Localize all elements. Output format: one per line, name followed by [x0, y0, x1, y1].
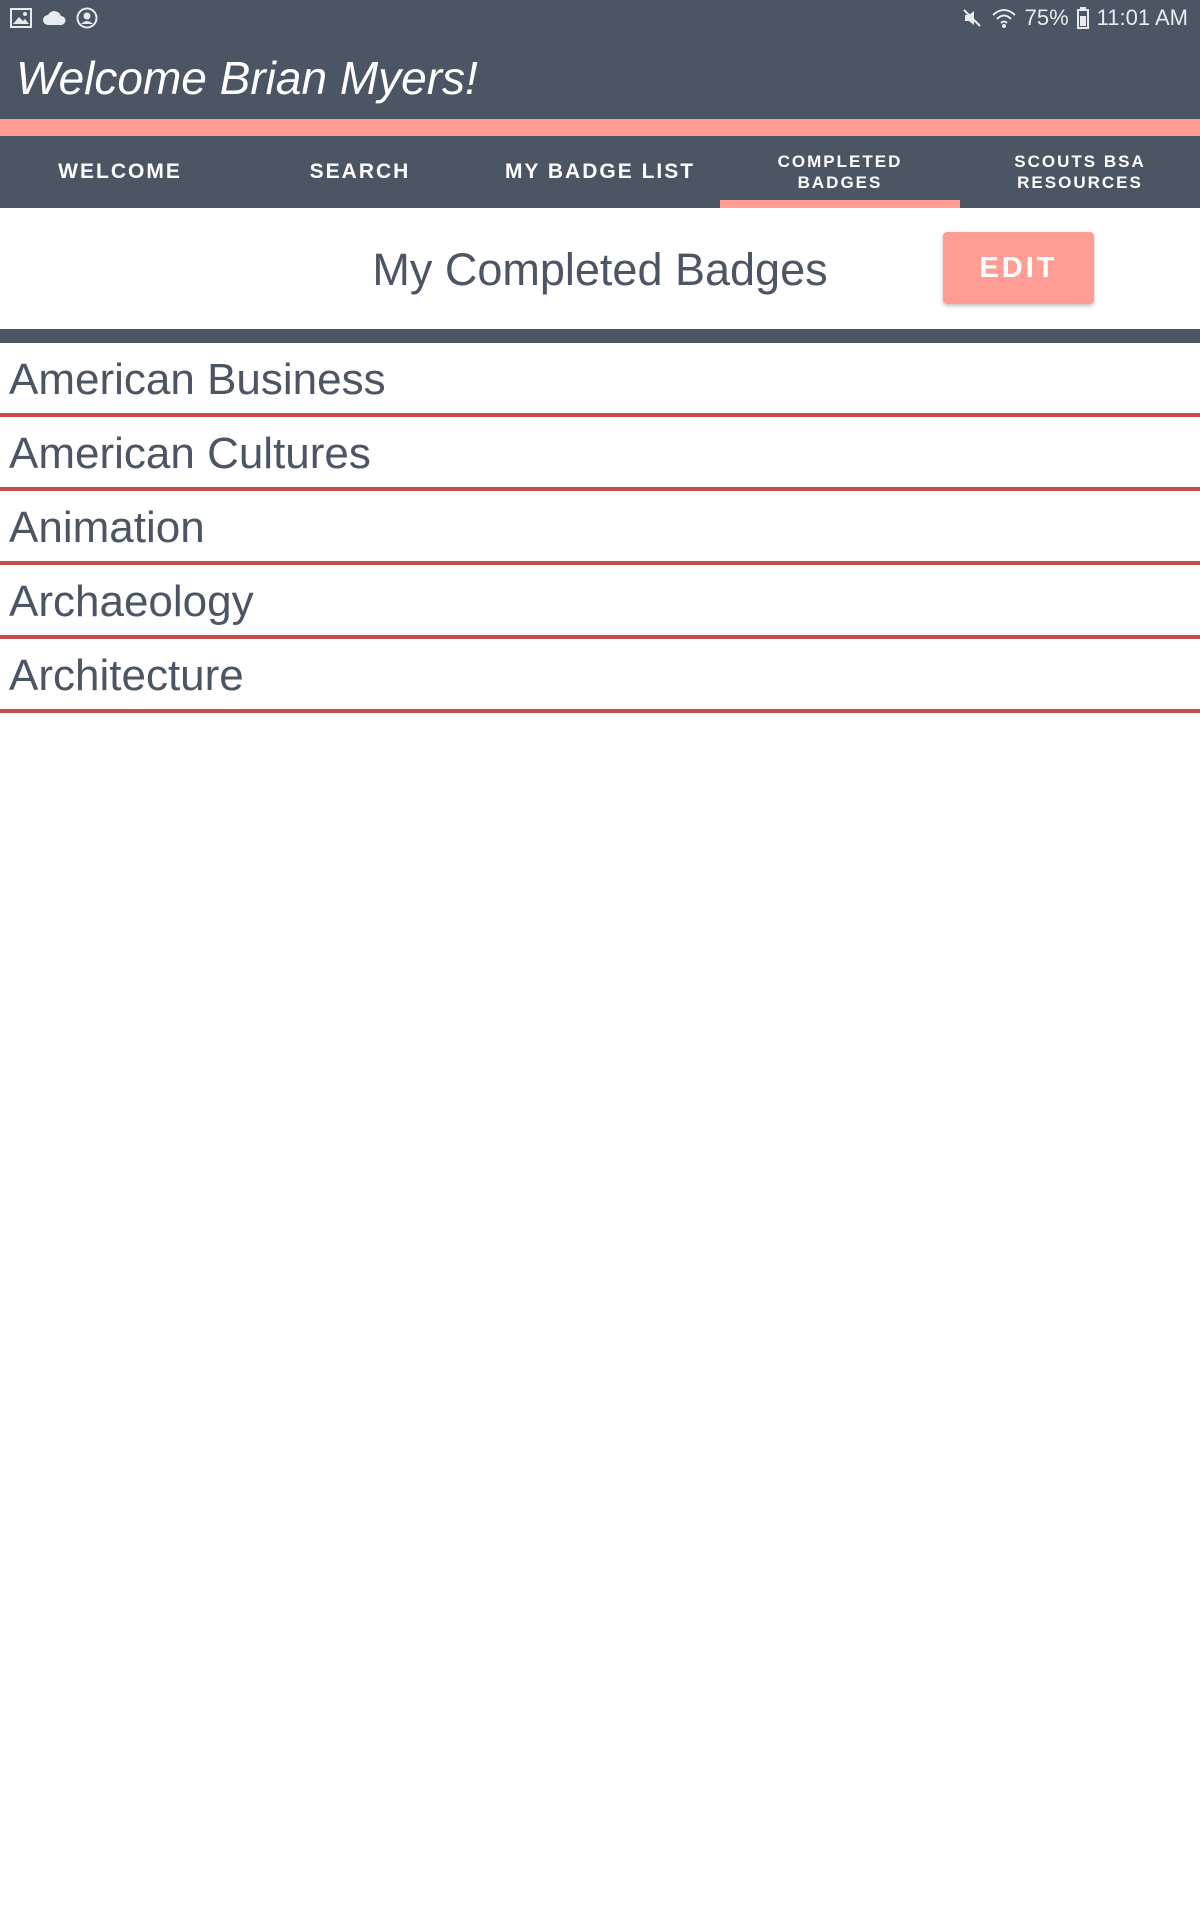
badge-label: American Business	[9, 355, 386, 404]
tab-label: MY BADGE LIST	[504, 160, 696, 183]
battery-icon	[1076, 7, 1089, 29]
tab-bar: WELCOME SEARCH MY BADGE LIST COMPLETED B…	[0, 136, 1200, 208]
status-bar: 75% 11:01 AM	[0, 0, 1200, 37]
accent-strip	[0, 119, 1200, 136]
status-left-icons	[10, 7, 98, 29]
app-header: Welcome Brian Myers!	[0, 37, 1200, 119]
list-item[interactable]: Animation	[0, 491, 1200, 565]
status-right: 75% 11:01 AM	[961, 5, 1188, 31]
list-item[interactable]: Architecture	[0, 639, 1200, 713]
tab-my-badge-list[interactable]: MY BADGE LIST	[480, 136, 720, 208]
tab-label: COMPLETED BADGES	[777, 152, 903, 192]
tab-label: SEARCH	[309, 160, 411, 183]
battery-percent: 75%	[1024, 5, 1069, 30]
account-circle-icon	[76, 7, 98, 29]
badge-label: Architecture	[9, 651, 244, 700]
list-item[interactable]: Archaeology	[0, 565, 1200, 639]
badge-label: American Cultures	[9, 429, 371, 478]
tab-label: SCOUTS BSA RESOURCES	[1014, 152, 1146, 192]
image-icon	[10, 8, 32, 28]
mute-icon	[961, 7, 983, 29]
list-item[interactable]: American Business	[0, 343, 1200, 417]
tab-search[interactable]: SEARCH	[240, 136, 480, 208]
edit-button[interactable]: EDIT	[943, 232, 1094, 304]
app-title: Welcome Brian Myers!	[16, 52, 478, 104]
tab-welcome[interactable]: WELCOME	[0, 136, 240, 208]
heading-divider	[0, 329, 1200, 343]
page-heading-row: My Completed Badges EDIT	[0, 208, 1200, 329]
tab-label: WELCOME	[58, 160, 182, 183]
status-time: 11:01 AM	[1096, 5, 1188, 30]
tab-completed-badges[interactable]: COMPLETED BADGES	[720, 136, 960, 208]
badge-label: Animation	[9, 503, 205, 552]
cloud-icon	[42, 9, 66, 27]
completed-badge-list: American Business American Cultures Anim…	[0, 343, 1200, 713]
tab-scouts-bsa-resources[interactable]: SCOUTS BSA RESOURCES	[960, 136, 1200, 208]
badge-label: Archaeology	[9, 577, 254, 626]
list-item[interactable]: American Cultures	[0, 417, 1200, 491]
wifi-icon	[991, 7, 1017, 29]
